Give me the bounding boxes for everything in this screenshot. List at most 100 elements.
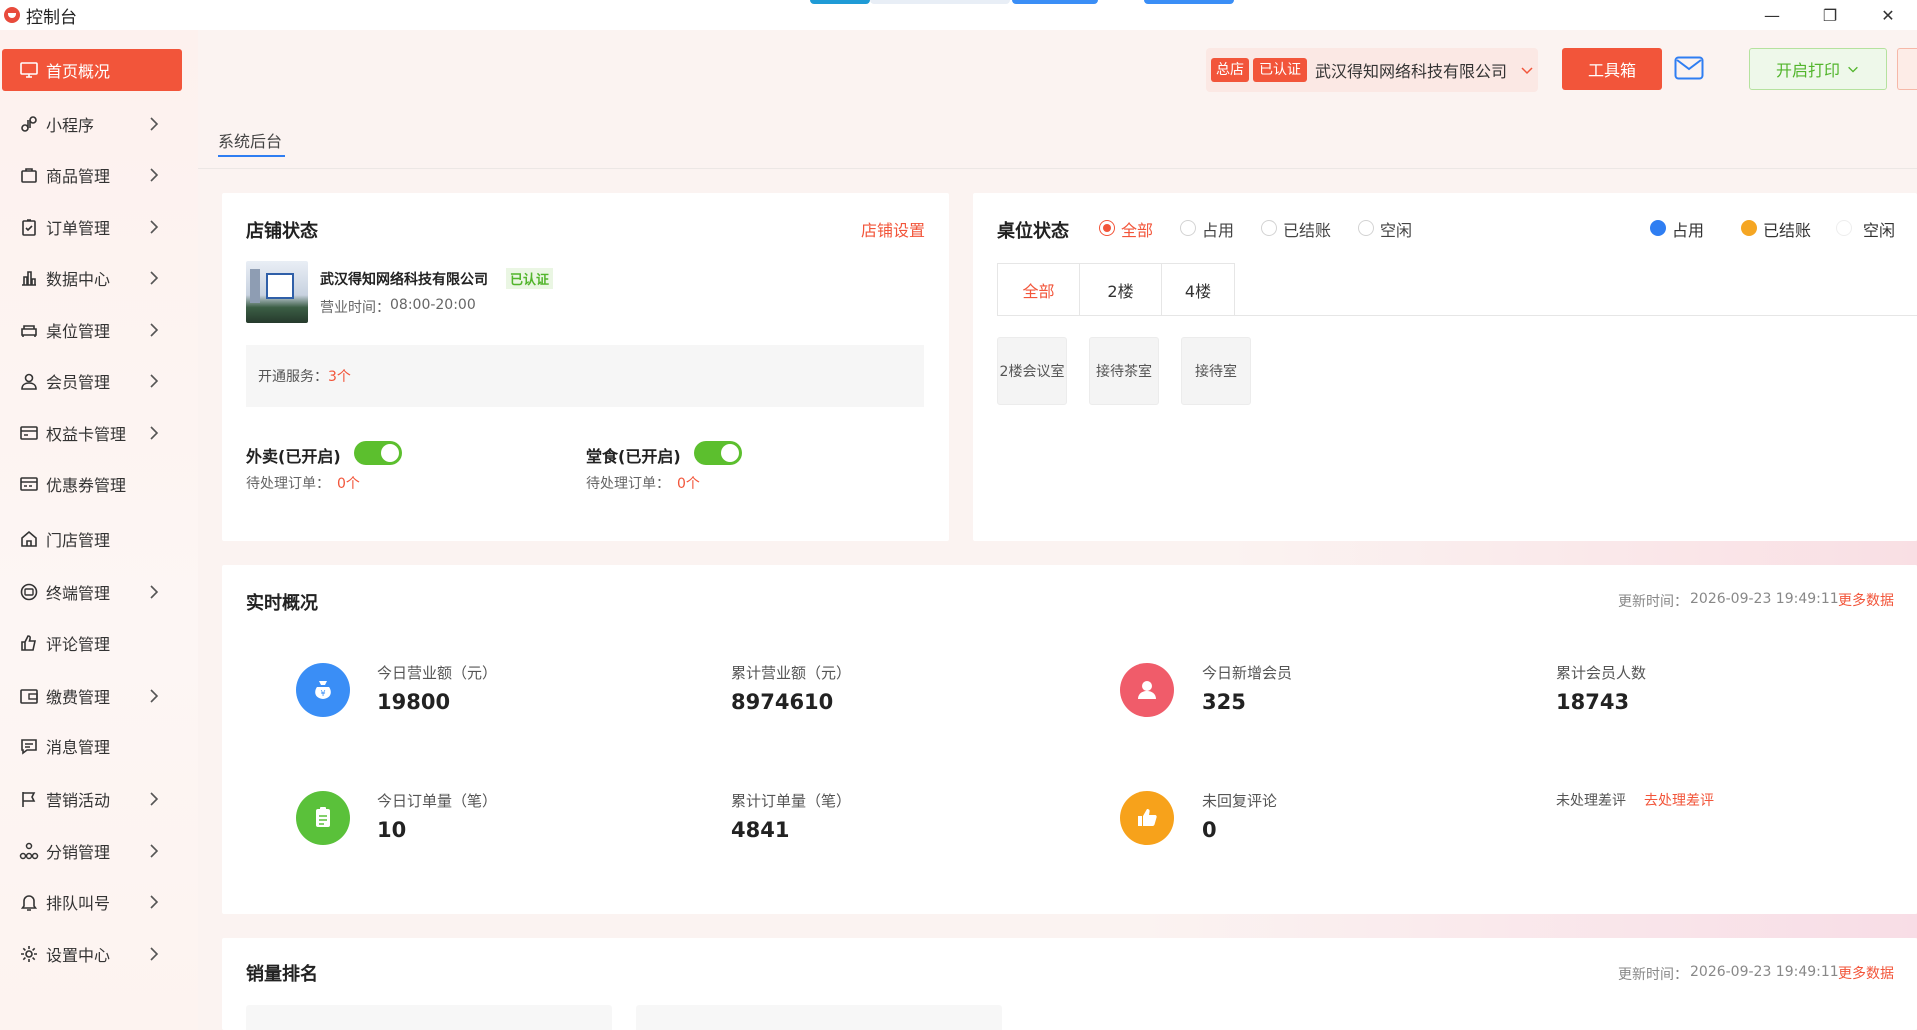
- rank-tab-placeholder: [636, 1005, 1002, 1030]
- network-icon: [18, 840, 40, 862]
- sidebar-item[interactable]: 优惠券管理: [2, 463, 182, 505]
- takeout-pending-value: 0个: [337, 476, 360, 492]
- stat-value: 325: [1202, 690, 1246, 714]
- sidebar-item[interactable]: 首页概况: [2, 49, 182, 91]
- flag-icon: [18, 788, 40, 810]
- section-gap: [198, 914, 1917, 938]
- takeout-toggle[interactable]: [354, 441, 402, 465]
- floor-tab-all[interactable]: 全部: [998, 264, 1080, 316]
- bell-icon: [18, 891, 40, 913]
- toolbox-button[interactable]: 工具箱: [1562, 48, 1662, 90]
- sidebar-item[interactable]: 会员管理: [2, 360, 182, 402]
- store-settings-link[interactable]: 店铺设置: [861, 217, 925, 241]
- store-cert-badge: 已认证: [506, 268, 554, 289]
- stat-label: 今日营业额（元）: [377, 664, 498, 682]
- filter-label-checked-out: 已结账: [1283, 221, 1332, 240]
- sidebar-item[interactable]: 订单管理: [2, 206, 182, 248]
- chevron-down-icon: [1848, 66, 1858, 73]
- legend-dot-checked-out: [1741, 220, 1757, 236]
- stat-label: 未处理差评: [1556, 793, 1626, 809]
- sidebar-item-label: 首页概况: [46, 62, 111, 81]
- handle-bad-reviews-link[interactable]: 去处理差评: [1644, 790, 1714, 810]
- floor-tabs: 全部 2楼 4楼: [997, 263, 1235, 316]
- chevron-right-icon: [150, 947, 159, 961]
- sidebar-item[interactable]: 权益卡管理: [2, 412, 182, 454]
- sales-rank-more-link[interactable]: 更多数据: [1838, 963, 1894, 983]
- sidebar-item[interactable]: 分销管理: [2, 830, 182, 872]
- sidebar-item[interactable]: 营销活动: [2, 778, 182, 820]
- mail-icon[interactable]: [1674, 56, 1704, 80]
- minimize-button[interactable]: —: [1743, 0, 1801, 30]
- top-strip-blue-1: [1012, 0, 1098, 4]
- active-tab-underline: [218, 155, 285, 157]
- header-divider: [198, 168, 1917, 169]
- floor-tab-4f[interactable]: 4楼: [1162, 264, 1234, 316]
- filter-radio-all[interactable]: [1099, 220, 1115, 236]
- filter-radio-idle[interactable]: [1358, 220, 1374, 236]
- chevron-right-icon: [150, 895, 159, 909]
- chevron-right-icon: [150, 117, 159, 131]
- chevron-right-icon: [150, 426, 159, 440]
- print-toggle-button[interactable]: 开启打印: [1749, 48, 1887, 90]
- room-card[interactable]: 2楼会议室: [997, 337, 1067, 405]
- realtime-more-link[interactable]: 更多数据: [1838, 590, 1894, 610]
- sofa-icon: [18, 319, 40, 341]
- sidebar-item[interactable]: 数据中心: [2, 257, 182, 299]
- cert-badge: 已认证: [1253, 58, 1307, 82]
- card-icon: [18, 422, 40, 444]
- overflow-button[interactable]: [1897, 48, 1917, 90]
- sidebar-item[interactable]: 商品管理: [2, 154, 182, 196]
- sidebar-item-label: 小程序: [46, 116, 95, 135]
- legend-label-idle: 空闲: [1863, 221, 1896, 240]
- chevron-right-icon: [150, 220, 159, 234]
- realtime-updated-value: 2026-09-23 19:49:11: [1690, 591, 1839, 607]
- sidebar-item[interactable]: 桌位管理: [2, 309, 182, 351]
- chevron-right-icon: [150, 374, 159, 388]
- store-photo: [246, 261, 308, 323]
- business-hours-value: 08:00-20:00: [390, 297, 476, 313]
- gear-icon: [18, 943, 40, 965]
- sidebar-item[interactable]: 缴费管理: [2, 675, 182, 717]
- bag-icon: [18, 164, 40, 186]
- room-card[interactable]: 接待室: [1181, 337, 1251, 405]
- thumbs-up-icon: [18, 632, 40, 654]
- stat-label: 累计订单量（笔）: [731, 792, 852, 810]
- store-company-name: 武汉得知网络科技有限公司: [320, 272, 488, 288]
- sidebar-item-label: 数据中心: [46, 270, 111, 289]
- filter-radio-occupied[interactable]: [1180, 220, 1196, 236]
- sidebar-item[interactable]: 排队叫号: [2, 881, 182, 923]
- sales-rank-title: 销量排名: [246, 964, 318, 985]
- sidebar-item-label: 门店管理: [46, 531, 111, 550]
- chevron-right-icon: [150, 792, 159, 806]
- stat-value: 10: [377, 818, 407, 842]
- sidebar-item-label: 商品管理: [46, 167, 111, 186]
- sidebar-item[interactable]: 设置中心: [2, 933, 182, 975]
- stat-label: 累计会员人数: [1556, 664, 1647, 682]
- sidebar-item[interactable]: 小程序: [2, 103, 182, 145]
- tab-system-backend[interactable]: 系统后台: [218, 128, 282, 152]
- room-card[interactable]: 接待茶室: [1089, 337, 1159, 405]
- money-bag-icon: ¥: [296, 663, 350, 717]
- filter-radio-checked-out[interactable]: [1261, 220, 1277, 236]
- sidebar-item[interactable]: 评论管理: [2, 622, 182, 664]
- sidebar-item-label: 会员管理: [46, 373, 111, 392]
- message-icon: [18, 735, 40, 757]
- filter-label-occupied: 占用: [1202, 221, 1235, 240]
- sidebar-item[interactable]: 消息管理: [2, 725, 182, 767]
- floor-tab-2f[interactable]: 2楼: [1080, 264, 1162, 316]
- store-status-title: 店铺状态: [246, 221, 318, 242]
- stat-value: 0: [1202, 818, 1217, 842]
- legend-label-checked-out: 已结账: [1763, 221, 1812, 240]
- sidebar-item[interactable]: 门店管理: [2, 518, 182, 560]
- stat-label: 今日订单量（笔）: [377, 792, 498, 810]
- dinein-toggle[interactable]: [694, 441, 742, 465]
- maximize-button[interactable]: ❐: [1801, 0, 1859, 30]
- legend-dot-idle: [1836, 220, 1852, 236]
- dinein-pending-label: 待处理订单：: [586, 476, 670, 492]
- sidebar-item-label: 评论管理: [46, 635, 111, 654]
- sidebar-item[interactable]: 终端管理: [2, 571, 182, 613]
- close-button[interactable]: ✕: [1859, 0, 1917, 30]
- store-switcher[interactable]: 总店 已认证 武汉得知网络科技有限公司: [1206, 48, 1538, 92]
- top-strip-accent: [810, 0, 870, 4]
- dinein-pending-value: 0个: [677, 476, 700, 492]
